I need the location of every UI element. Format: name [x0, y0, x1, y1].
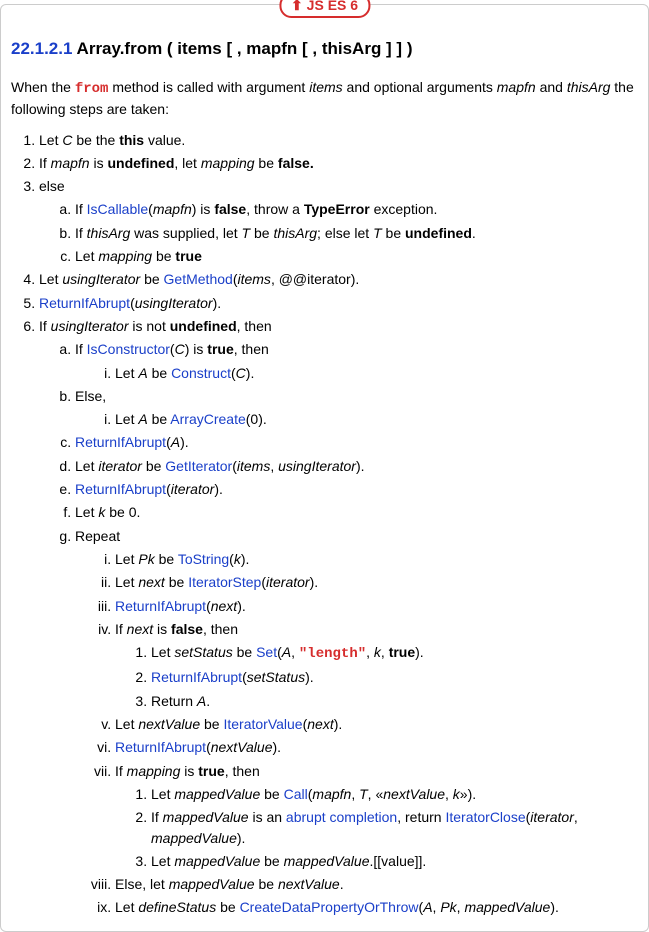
construct-link[interactable]: Construct — [171, 365, 231, 381]
badge-label: JS ES 6 — [307, 0, 358, 13]
from-keyword: from — [75, 81, 109, 97]
isconstructor-link[interactable]: IsConstructor — [87, 341, 170, 357]
step-6g: Repeat Let Pk be ToString(k). Let next b… — [75, 526, 638, 918]
js-es6-badge[interactable]: ⬆ JS ES 6 — [279, 0, 370, 18]
call-link[interactable]: Call — [284, 786, 308, 802]
getiterator-link[interactable]: GetIterator — [165, 458, 232, 474]
step-6b: Else, Let A be ArrayCreate(0). — [75, 386, 638, 430]
step-6g-i: Let Pk be ToString(k). — [115, 549, 638, 569]
step-6g-iii: ReturnIfAbrupt(next). — [115, 596, 638, 616]
returnifabrupt-link-6[interactable]: ReturnIfAbrupt — [115, 739, 206, 755]
createdatapropertyorthrow-link[interactable]: CreateDataPropertyOrThrow — [240, 899, 419, 915]
arraycreate-link[interactable]: ArrayCreate — [170, 411, 245, 427]
section-number: 22.1.2.1 — [11, 39, 72, 58]
step-6g-vii: If mapping is true, then Let mappedValue… — [115, 761, 638, 871]
iscallable-link[interactable]: IsCallable — [87, 201, 148, 217]
intro-paragraph: When the from method is called with argu… — [11, 77, 638, 120]
step-6a: If IsConstructor(C) is true, then Let A … — [75, 339, 638, 383]
step-4: Let usingIterator be GetMethod(items, @@… — [39, 269, 638, 289]
step-3c: Let mapping be true — [75, 246, 638, 266]
step-6g-vii-3: Let mappedValue be mappedValue.[[value]]… — [151, 851, 638, 871]
step-6g-vii-1: Let mappedValue be Call(mapfn, T, «nextV… — [151, 784, 638, 804]
returnifabrupt-link-2[interactable]: ReturnIfAbrupt — [75, 434, 166, 450]
step-6g-iv-2: ReturnIfAbrupt(setStatus). — [151, 667, 638, 687]
step-6g-ix: Let defineStatus be CreateDataPropertyOr… — [115, 897, 638, 917]
step-6: If usingIterator is not undefined, then … — [39, 316, 638, 918]
set-link[interactable]: Set — [256, 644, 277, 660]
step-6g-vi: ReturnIfAbrupt(nextValue). — [115, 737, 638, 757]
abrupt-completion-link[interactable]: abrupt completion — [286, 809, 397, 825]
step-6g-iv-3: Return A. — [151, 691, 638, 711]
step-6e: ReturnIfAbrupt(iterator). — [75, 479, 638, 499]
step-6d: Let iterator be GetIterator(items, using… — [75, 456, 638, 476]
iteratorstep-link[interactable]: IteratorStep — [188, 574, 261, 590]
up-arrow-icon: ⬆ — [291, 0, 303, 13]
algorithm-steps: Let C be the this value. If mapfn is und… — [11, 130, 638, 918]
step-6g-vii-2: If mappedValue is an abrupt completion, … — [151, 807, 638, 848]
returnifabrupt-link-4[interactable]: ReturnIfAbrupt — [115, 598, 206, 614]
section-heading: 22.1.2.1 Array.from ( items [ , mapfn [ … — [11, 39, 638, 59]
step-6g-ii: Let next be IteratorStep(iterator). — [115, 572, 638, 592]
step-2: If mapfn is undefined, let mapping be fa… — [39, 153, 638, 173]
step-3a: If IsCallable(mapfn) is false, throw a T… — [75, 199, 638, 219]
step-3b: If thisArg was supplied, let T be thisAr… — [75, 223, 638, 243]
iteratorclose-link[interactable]: IteratorClose — [445, 809, 525, 825]
step-6g-viii: Else, let mappedValue be nextValue. — [115, 874, 638, 894]
step-1: Let C be the this value. — [39, 130, 638, 150]
step-6g-v: Let nextValue be IteratorValue(next). — [115, 714, 638, 734]
step-6g-iv: If next is false, then Let setStatus be … — [115, 619, 638, 711]
step-6c: ReturnIfAbrupt(A). — [75, 432, 638, 452]
returnifabrupt-link[interactable]: ReturnIfAbrupt — [39, 295, 130, 311]
returnifabrupt-link-5[interactable]: ReturnIfAbrupt — [151, 669, 242, 685]
step-6a-i: Let A be Construct(C). — [115, 363, 638, 383]
iteratorvalue-link[interactable]: IteratorValue — [223, 716, 302, 732]
tostring-link[interactable]: ToString — [178, 551, 229, 567]
getmethod-link[interactable]: GetMethod — [164, 271, 233, 287]
returnifabrupt-link-3[interactable]: ReturnIfAbrupt — [75, 481, 166, 497]
section-title: Array.from ( items [ , mapfn [ , thisArg… — [72, 39, 412, 58]
step-5: ReturnIfAbrupt(usingIterator). — [39, 293, 638, 313]
step-3: else If IsCallable(mapfn) is false, thro… — [39, 176, 638, 266]
step-6g-iv-1: Let setStatus be Set(A, "length", k, tru… — [151, 642, 638, 664]
spec-container: ⬆JS ES 6 22.1.2.1 Array.from ( items [ ,… — [0, 4, 649, 932]
step-6b-i: Let A be ArrayCreate(0). — [115, 409, 638, 429]
step-6f: Let k be 0. — [75, 502, 638, 522]
